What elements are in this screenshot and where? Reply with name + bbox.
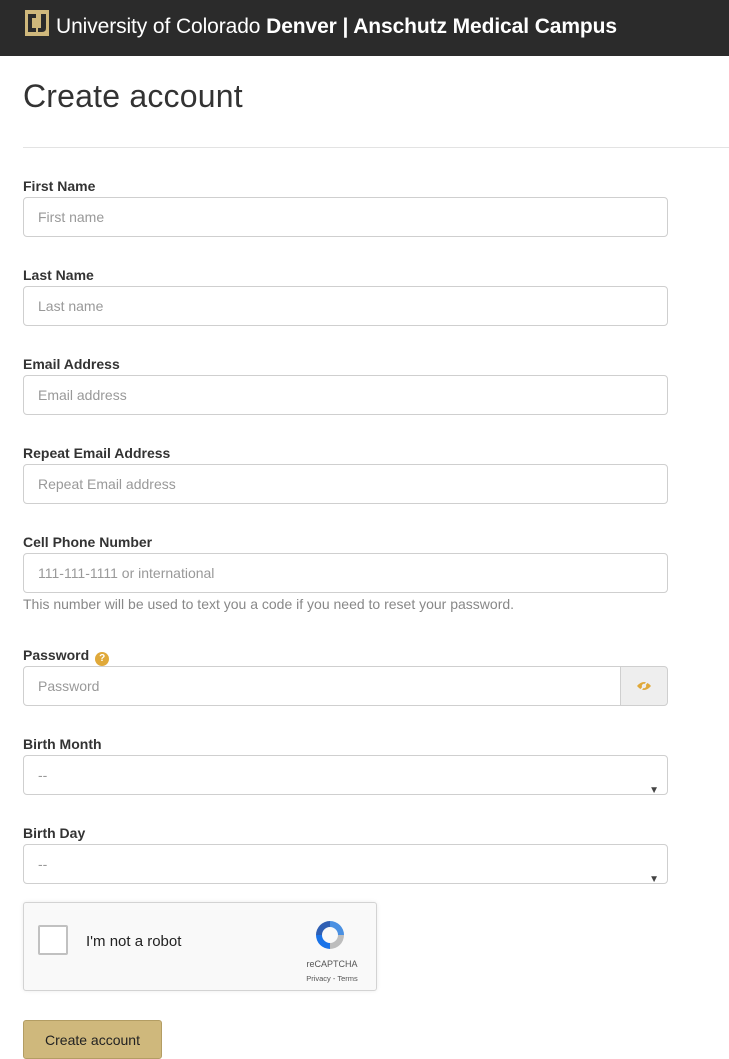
- phone-input[interactable]: 111-111-1111 or international: [23, 553, 668, 593]
- create-account-button[interactable]: Create account: [23, 1020, 162, 1059]
- dropdown-arrow-icon: ▼: [649, 785, 659, 795]
- phone-label: Cell Phone Number: [23, 534, 153, 550]
- birth-month-label: Birth Month: [23, 736, 102, 752]
- birth-day-value: --: [38, 856, 48, 872]
- email-label: Email Address: [23, 356, 120, 372]
- email-input[interactable]: Email address: [23, 375, 668, 415]
- last-name-group: Last Name Last name: [23, 266, 668, 326]
- first-name-label: First Name: [23, 178, 96, 194]
- recaptcha-label: I'm not a robot: [86, 933, 182, 950]
- cu-logo-icon: [25, 10, 49, 36]
- birth-month-select[interactable]: -- ▼: [23, 755, 668, 795]
- first-name-input[interactable]: First name: [23, 197, 668, 237]
- page-title: Create account: [23, 78, 243, 114]
- recaptcha-brand: reCAPTCHA: [306, 959, 358, 969]
- question-icon[interactable]: ?: [95, 652, 110, 666]
- birth-month-group: Birth Month -- ▼: [23, 735, 668, 795]
- birth-day-label: Birth Day: [23, 825, 86, 841]
- recaptcha-logo-icon: [316, 921, 344, 949]
- brand-prefix: University of Colorado: [56, 15, 267, 38]
- show-password-button[interactable]: [620, 666, 668, 706]
- password-input[interactable]: Password: [23, 666, 621, 706]
- phone-group: Cell Phone Number 111-111-1111 or intern…: [23, 533, 668, 612]
- birth-month-value: --: [38, 767, 48, 783]
- repeat-email-label: Repeat Email Address: [23, 445, 171, 461]
- last-name-input[interactable]: Last name: [23, 286, 668, 326]
- first-name-group: First Name First name: [23, 177, 668, 237]
- last-name-label: Last Name: [23, 267, 94, 283]
- birth-day-select[interactable]: -- ▼: [23, 844, 668, 884]
- repeat-email-group: Repeat Email Address Repeat Email addres…: [23, 444, 668, 504]
- recaptcha-widget: I'm not a robot reCAPTCHA Privacy - Term…: [23, 902, 377, 991]
- eye-slash-icon: [637, 680, 651, 692]
- password-label-row: Password?: [23, 646, 668, 666]
- email-group: Email Address Email address: [23, 355, 668, 415]
- recaptcha-checkbox[interactable]: [38, 925, 68, 955]
- birth-day-group: Birth Day -- ▼: [23, 824, 668, 884]
- repeat-email-input[interactable]: Repeat Email address: [23, 464, 668, 504]
- brand-bold: Denver | Anschutz Medical Campus: [266, 15, 617, 38]
- recaptcha-links[interactable]: Privacy - Terms: [294, 974, 370, 983]
- phone-help-text: This number will be used to text you a c…: [23, 596, 515, 612]
- brand-title: University of Colorado Denver | Anschutz…: [56, 15, 617, 39]
- password-label: Password: [23, 647, 90, 663]
- top-banner: University of Colorado Denver | Anschutz…: [0, 0, 729, 56]
- password-group: Password? Password: [23, 646, 668, 706]
- divider: [23, 147, 729, 148]
- dropdown-arrow-icon: ▼: [649, 874, 659, 884]
